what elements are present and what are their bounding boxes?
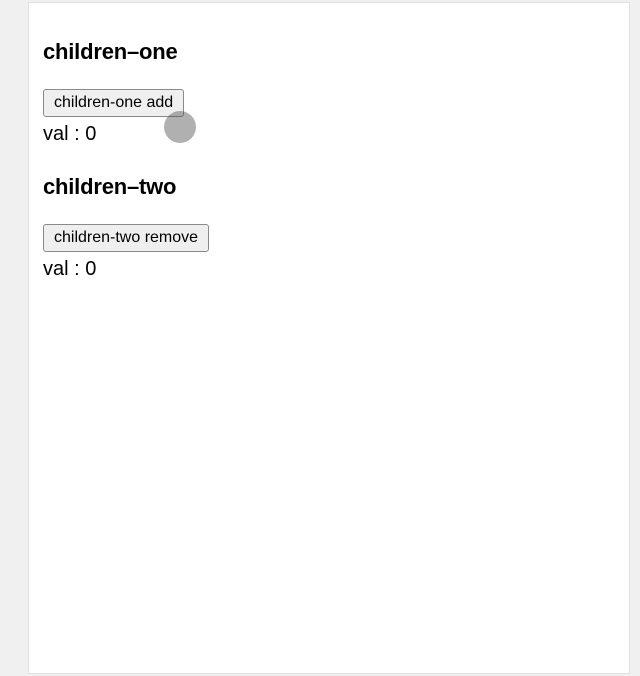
children-one-add-button[interactable]: children-one add xyxy=(43,89,184,117)
value-prefix: val : xyxy=(43,123,85,145)
heading-children-one: children–one xyxy=(43,39,615,65)
children-two-value-line: val : 0 xyxy=(43,258,615,281)
children-one-value-line: val : 0 xyxy=(43,123,615,146)
children-two-remove-button[interactable]: children-two remove xyxy=(43,224,209,252)
page-container: children–one children-one add val : 0 ch… xyxy=(28,2,630,674)
children-two-value: 0 xyxy=(85,258,96,280)
children-one-value: 0 xyxy=(85,123,96,145)
section-children-one: children–one children-one add val : 0 xyxy=(43,39,615,146)
value-prefix: val : xyxy=(43,258,85,280)
heading-children-two: children–two xyxy=(43,174,615,200)
section-children-two: children–two children-two remove val : 0 xyxy=(43,174,615,281)
